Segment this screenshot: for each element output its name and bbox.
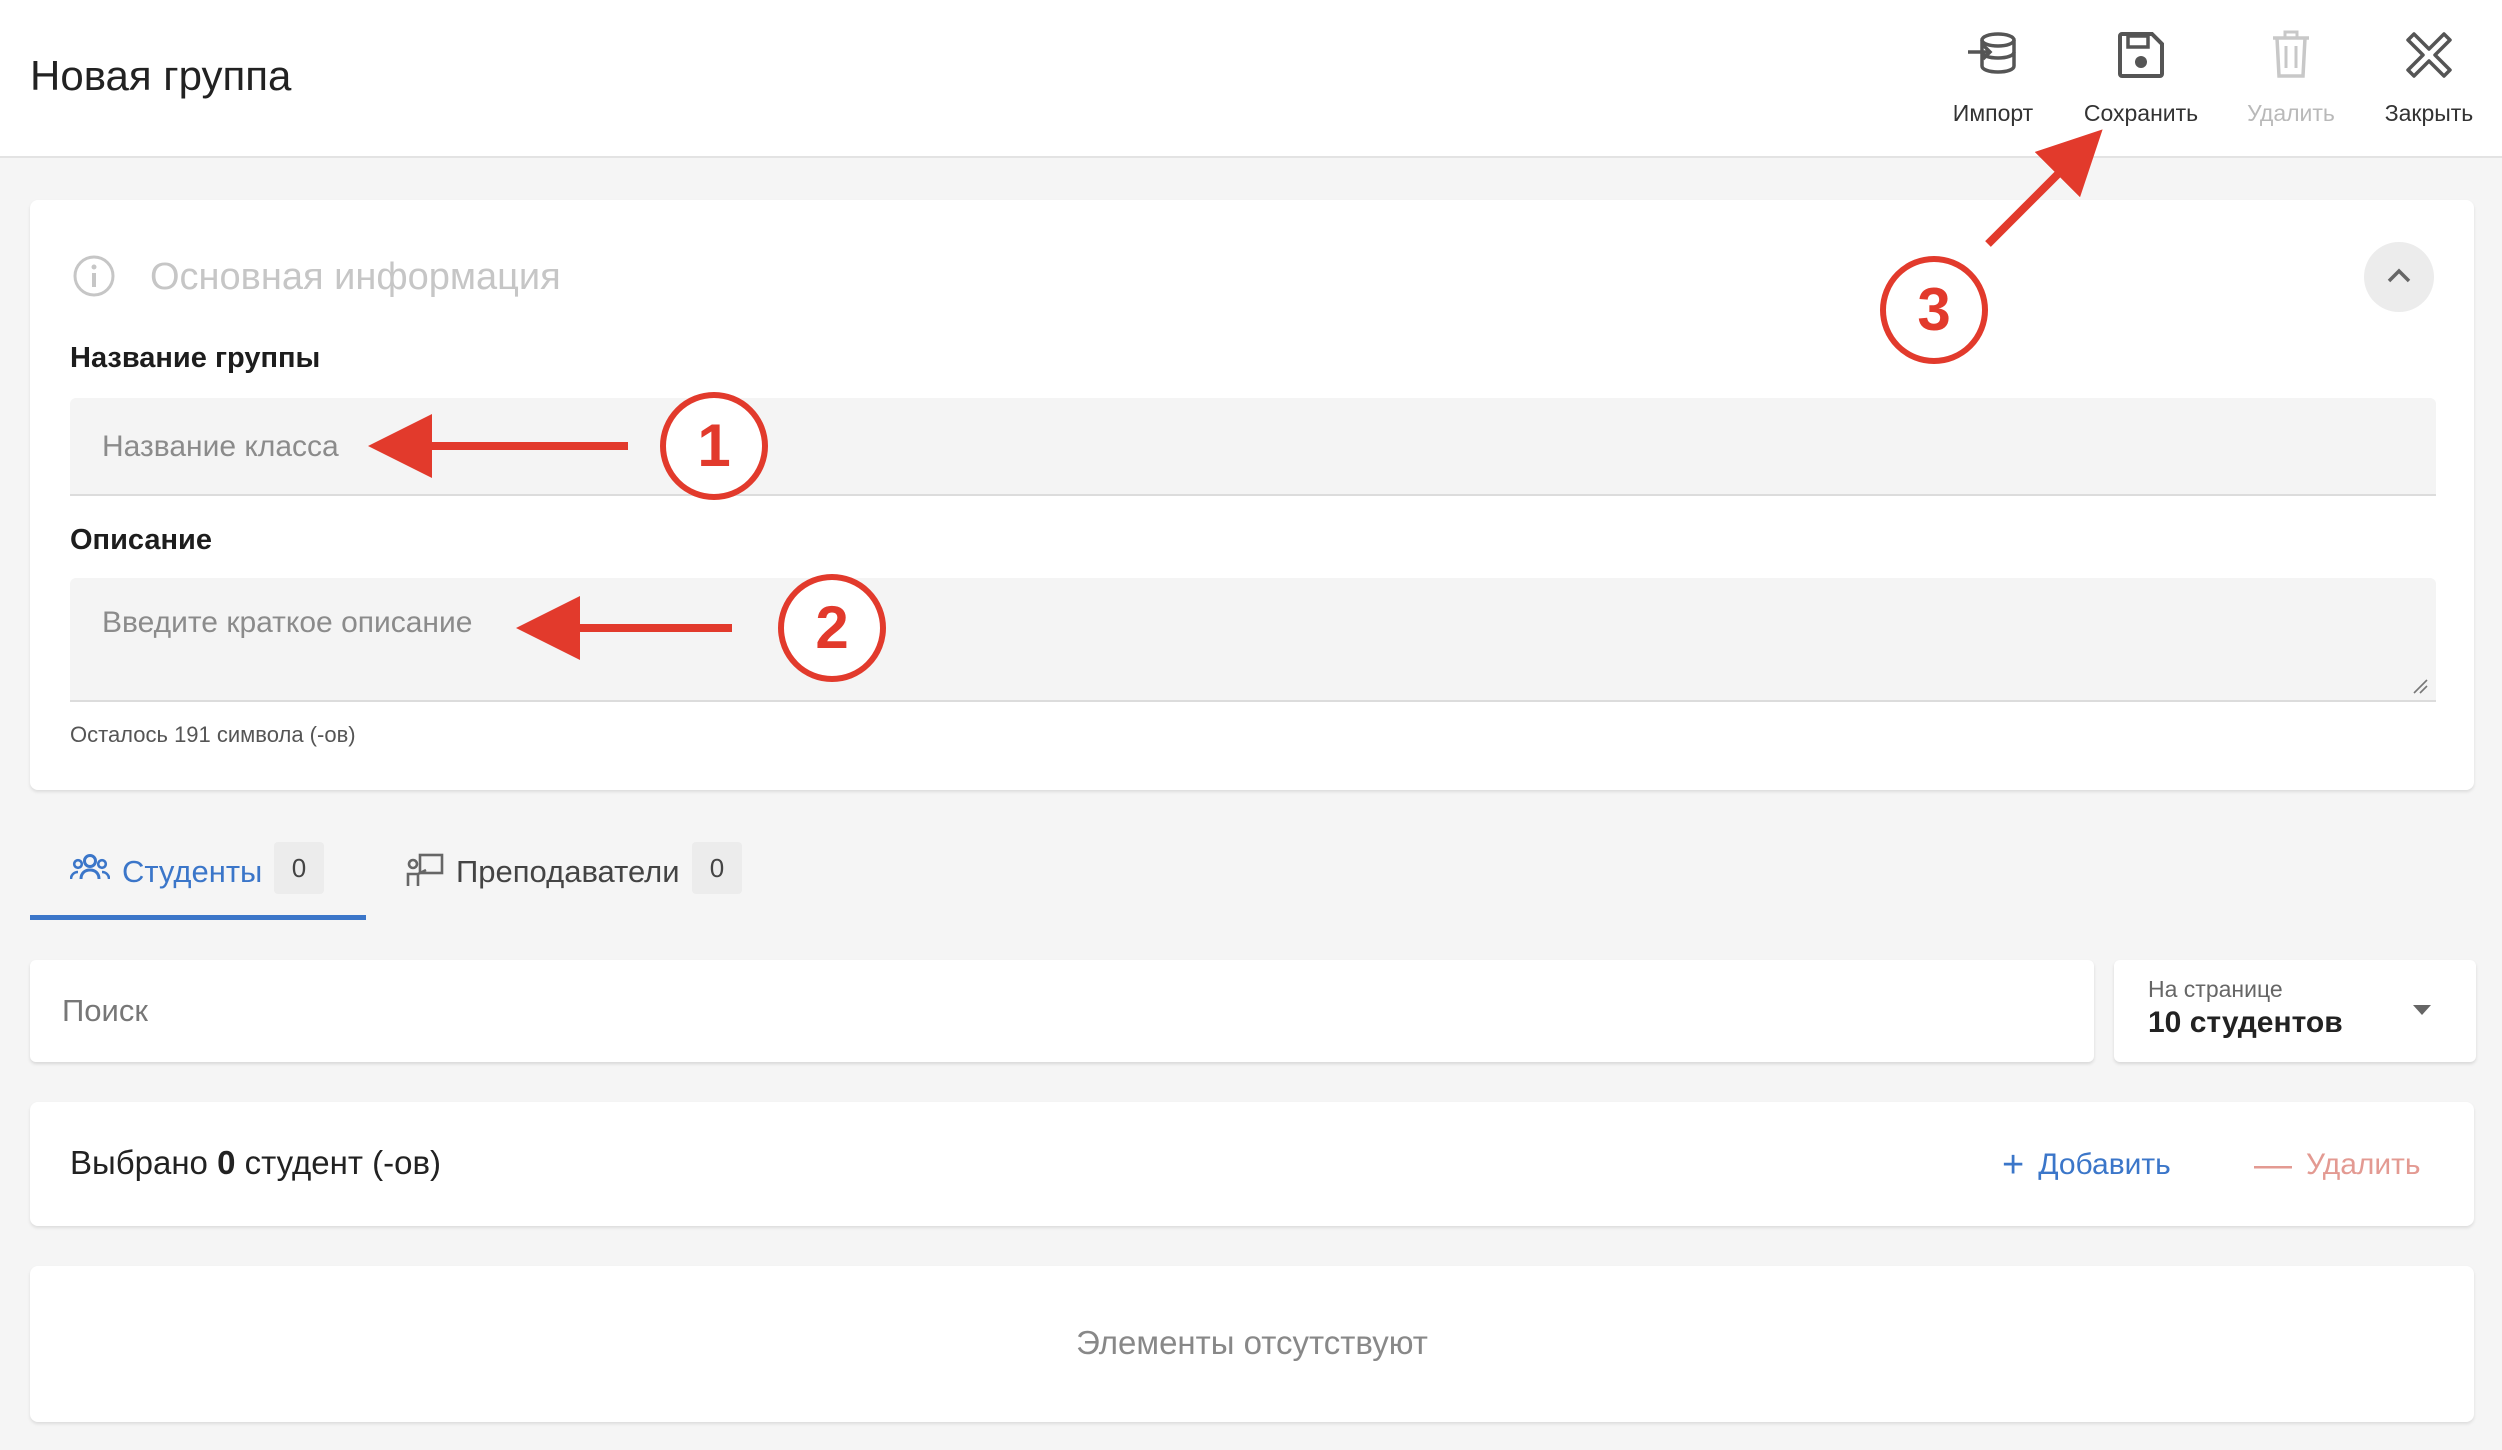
empty-message: Элементы отсутствуют bbox=[1076, 1324, 1428, 1361]
close-button[interactable]: Закрыть bbox=[2354, 30, 2502, 140]
annotation-badge-3: 3 bbox=[1880, 256, 1988, 364]
close-label: Закрыть bbox=[2384, 100, 2474, 126]
save-button[interactable]: Сохранить bbox=[2066, 30, 2216, 140]
tab-students-label: Студенты bbox=[122, 854, 263, 889]
description-label: Описание bbox=[70, 524, 212, 556]
tab-students[interactable]: Студенты 0 bbox=[30, 840, 366, 920]
resize-grip-icon[interactable] bbox=[2412, 678, 2428, 694]
selection-summary: Выбрано 0 студент (-ов) bbox=[70, 1144, 441, 1182]
remove-student-button[interactable]: — Удалить bbox=[2254, 1144, 2421, 1187]
page-title: Новая группа bbox=[30, 52, 292, 99]
collapse-button[interactable] bbox=[2364, 242, 2434, 312]
import-label: Импорт bbox=[1952, 100, 2034, 126]
trash-icon bbox=[2273, 30, 2309, 78]
section-title: Основная информация bbox=[150, 256, 561, 298]
empty-list: Элементы отсутствуют bbox=[30, 1266, 2474, 1422]
save-label: Сохранить bbox=[2083, 100, 2199, 126]
delete-button[interactable]: Удалить bbox=[2216, 30, 2366, 140]
import-icon bbox=[1968, 32, 2016, 74]
teacher-icon bbox=[406, 853, 444, 886]
import-button[interactable]: Импорт bbox=[1918, 30, 2068, 140]
tab-teachers[interactable]: Преподаватели 0 bbox=[400, 840, 760, 920]
chars-left-hint: Осталось 191 символа (-ов) bbox=[70, 722, 356, 747]
delete-label: Удалить bbox=[2247, 100, 2335, 126]
description-placeholder: Введите краткое описание bbox=[102, 606, 473, 639]
selection-suffix: студент (-ов) bbox=[244, 1144, 441, 1181]
selection-count: 0 bbox=[217, 1144, 236, 1181]
annotation-badge-2: 2 bbox=[778, 574, 886, 682]
selection-bar: Выбрано 0 студент (-ов) + Добавить — Удали… bbox=[30, 1102, 2474, 1226]
name-label: Название группы bbox=[70, 342, 321, 374]
add-student-button[interactable]: + Добавить bbox=[2002, 1144, 2171, 1187]
tab-students-count: 0 bbox=[274, 842, 324, 894]
chevron-up-icon bbox=[2387, 268, 2411, 283]
per-page-label: На странице bbox=[2148, 976, 2283, 1002]
tab-teachers-count: 0 bbox=[692, 842, 742, 894]
per-page-select[interactable]: На странице 10 студентов bbox=[2114, 960, 2476, 1062]
annotation-badge-1: 1 bbox=[660, 392, 768, 500]
description-textarea[interactable]: Введите краткое описание bbox=[70, 578, 2436, 702]
remove-label: Удалить bbox=[2306, 1148, 2421, 1181]
search-input[interactable]: Поиск bbox=[30, 960, 2094, 1062]
minus-icon: — bbox=[2254, 1144, 2292, 1186]
chevron-down-icon bbox=[2413, 1005, 2431, 1015]
close-icon bbox=[2406, 32, 2452, 78]
info-icon bbox=[73, 255, 115, 297]
group-name-input[interactable]: Название класса bbox=[70, 398, 2436, 496]
info-card: Основная информация Название группы Назв… bbox=[30, 200, 2474, 790]
selection-prefix: Выбрано bbox=[70, 1144, 208, 1181]
add-label: Добавить bbox=[2038, 1148, 2171, 1181]
plus-icon: + bbox=[2002, 1144, 2025, 1186]
tab-teachers-label: Преподаватели bbox=[456, 854, 680, 889]
save-icon bbox=[2118, 32, 2164, 78]
users-icon bbox=[70, 854, 110, 880]
per-page-value: 10 студентов bbox=[2148, 1006, 2343, 1039]
top-bar: Новая группа Импорт Сохранить Удалить За… bbox=[0, 0, 2502, 158]
